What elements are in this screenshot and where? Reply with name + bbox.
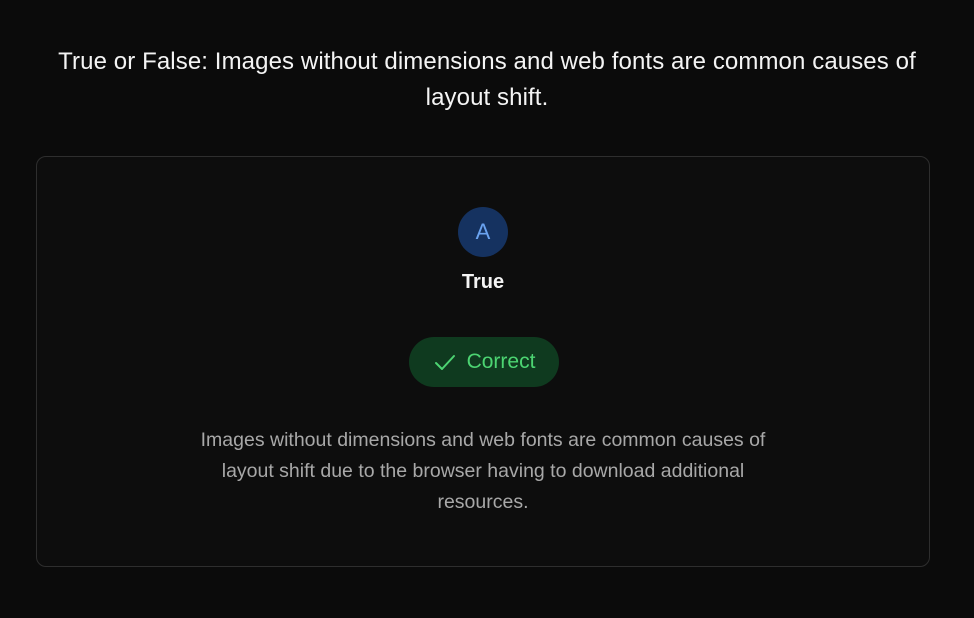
correct-status-badge: Correct [409,337,559,387]
selected-answer-label: True [461,271,505,293]
check-icon [433,350,457,374]
quiz-page: True or False: Images without dimensions… [0,0,974,618]
question-text: True or False: Images without dimensions… [58,48,916,111]
status-label: Correct [466,350,536,373]
option-letter-badge: A [458,207,508,257]
answer-card: A True Correct Images without dimensions… [36,156,930,567]
explanation-text: Images without dimensions and web fonts … [200,429,766,513]
